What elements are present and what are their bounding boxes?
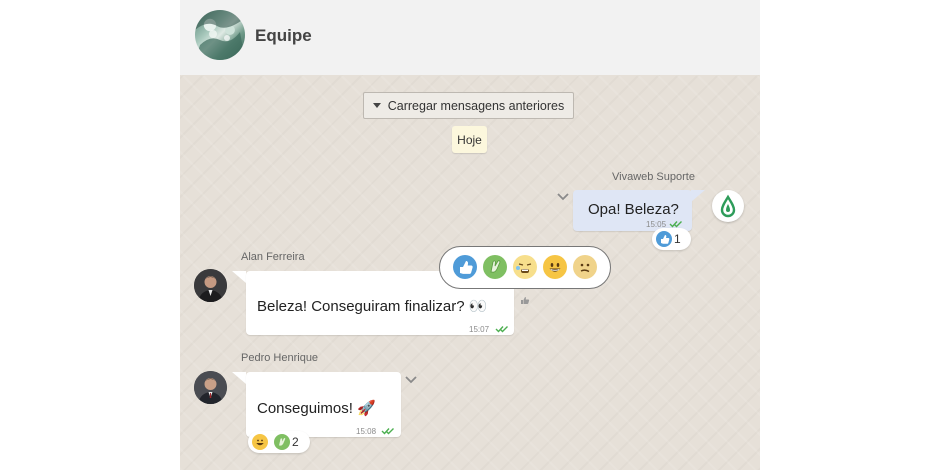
load-older-messages-button[interactable]: Carregar mensagens anteriores <box>363 92 574 119</box>
reaction-count: 1 <box>674 232 681 246</box>
caret-down-icon <box>372 103 381 108</box>
chat-panel: Equipe Carregar mensagens anteriores Hoj… <box>180 0 760 470</box>
bubble-tail <box>232 372 246 384</box>
tired-face-reaction-option[interactable] <box>513 255 537 279</box>
chevron-down-icon[interactable] <box>557 193 569 201</box>
add-reaction-icon[interactable] <box>520 295 530 305</box>
double-check-icon <box>669 221 682 228</box>
clapping-hands-reaction-option[interactable] <box>483 255 507 279</box>
message-text: Conseguimos! 🚀 <box>257 400 376 417</box>
reaction-summary[interactable]: 2 <box>248 431 310 453</box>
confused-face-reaction-option[interactable] <box>573 255 597 279</box>
clapping-hands-icon <box>274 434 290 450</box>
user-photo-icon <box>194 371 227 404</box>
bubble-tail <box>691 190 705 202</box>
grinning-face-reaction-option[interactable] <box>543 255 567 279</box>
sender-name: Pedro Henrique <box>241 352 319 364</box>
avatar[interactable] <box>194 371 227 404</box>
message-text: Opa! Beleza? <box>588 201 679 218</box>
clapping-hands-icon <box>490 260 501 273</box>
message-time: 15:07 <box>469 325 490 334</box>
reaction-count: 2 <box>292 435 299 449</box>
vivaweb-avatar[interactable] <box>712 190 744 222</box>
reaction-picker <box>439 246 611 289</box>
load-older-label: Carregar mensagens anteriores <box>387 98 565 113</box>
reaction-summary[interactable]: 1 <box>652 228 691 250</box>
day-separator: Hoje <box>452 126 487 153</box>
avatar[interactable] <box>194 269 227 302</box>
double-check-icon <box>495 326 508 333</box>
chat-header: Equipe <box>180 0 760 75</box>
sender-name: Alan Ferreira <box>241 251 305 263</box>
vivaweb-logo-icon <box>720 194 736 218</box>
bubble-tail <box>232 271 246 283</box>
message-time: 15:08 <box>356 427 377 436</box>
thumbs-up-icon <box>656 231 672 247</box>
message-area[interactable]: Carregar mensagens anteriores Hoje Vivaw… <box>180 75 760 470</box>
grinning-face-icon <box>252 434 268 450</box>
sender-name: Vivaweb Suporte <box>612 171 695 183</box>
message-text: Beleza! Conseguiram finalizar? 👀 <box>257 298 488 315</box>
message-bubble-outgoing[interactable]: Opa! Beleza? 15:05 <box>573 190 692 231</box>
tired-face-icon <box>516 263 532 273</box>
group-name: Equipe <box>255 26 312 45</box>
user-photo-icon <box>194 269 227 302</box>
grinning-face-icon <box>549 263 561 272</box>
double-check-icon <box>381 428 394 435</box>
thumbs-up-reaction-option[interactable] <box>453 255 477 279</box>
confused-face-icon <box>580 263 590 273</box>
group-avatar[interactable] <box>195 10 245 60</box>
thumbs-up-icon <box>460 261 473 274</box>
message-bubble-incoming[interactable]: Conseguimos! 🚀 15:08 <box>246 372 401 437</box>
chevron-down-icon[interactable] <box>405 376 417 384</box>
